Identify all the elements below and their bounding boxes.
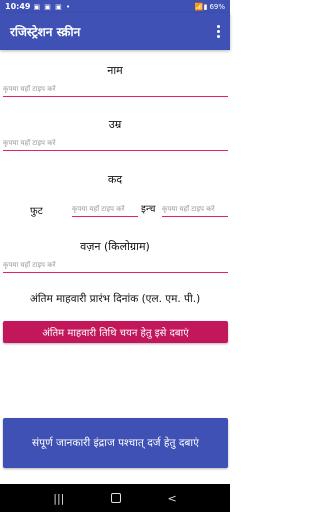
- inch-input[interactable]: [162, 205, 228, 213]
- submit-button[interactable]: संपूर्ण जानकारी इंद्राज पश्चात् दर्ज हेत…: [3, 418, 228, 468]
- height-label: कद: [107, 173, 123, 186]
- lmp-date-button[interactable]: अंतिम माहवारी तिथि चयन हेतु इसे दबाएं: [3, 321, 228, 343]
- overflow-menu-icon[interactable]: [212, 22, 224, 42]
- inch-field[interactable]: [162, 201, 228, 217]
- battery-level: 69%: [209, 2, 225, 11]
- status-time: 10:49: [5, 2, 31, 11]
- name-label: नाम: [107, 64, 123, 77]
- page-title: रजिस्ट्रेशन स्क्रीन: [10, 25, 81, 39]
- home-icon[interactable]: [110, 493, 121, 503]
- age-label: उम्र: [108, 118, 122, 131]
- signal-icon: 📶▮: [194, 2, 208, 11]
- weight-label: वज़न (किलोग्राम): [80, 240, 150, 253]
- status-right: 📶▮ 69%: [195, 3, 225, 11]
- back-icon[interactable]: <: [167, 492, 176, 505]
- age-input[interactable]: [3, 139, 228, 147]
- feet-field[interactable]: [72, 201, 138, 217]
- status-bar: 10:49 ▣ ▣ ▣ • 📶▮ 69%: [0, 0, 230, 13]
- lmp-label: अंतिम माहवारी प्रारंभ दिनांक (एल. एम. पी…: [29, 293, 201, 305]
- app-bar: रजिस्ट्रेशन स्क्रीन: [0, 13, 230, 50]
- inch-label: इन्च: [141, 204, 156, 215]
- notification-icons: ▣ ▣ ▣ •: [33, 2, 72, 11]
- name-input[interactable]: [3, 85, 228, 93]
- navigation-bar: ||| <: [0, 484, 230, 512]
- name-field[interactable]: [3, 81, 228, 97]
- feet-label: फुट: [30, 206, 43, 217]
- weight-input[interactable]: [3, 261, 228, 269]
- age-field[interactable]: [3, 135, 228, 151]
- weight-field[interactable]: [3, 257, 228, 273]
- feet-input[interactable]: [72, 205, 138, 213]
- recents-icon[interactable]: |||: [53, 492, 64, 505]
